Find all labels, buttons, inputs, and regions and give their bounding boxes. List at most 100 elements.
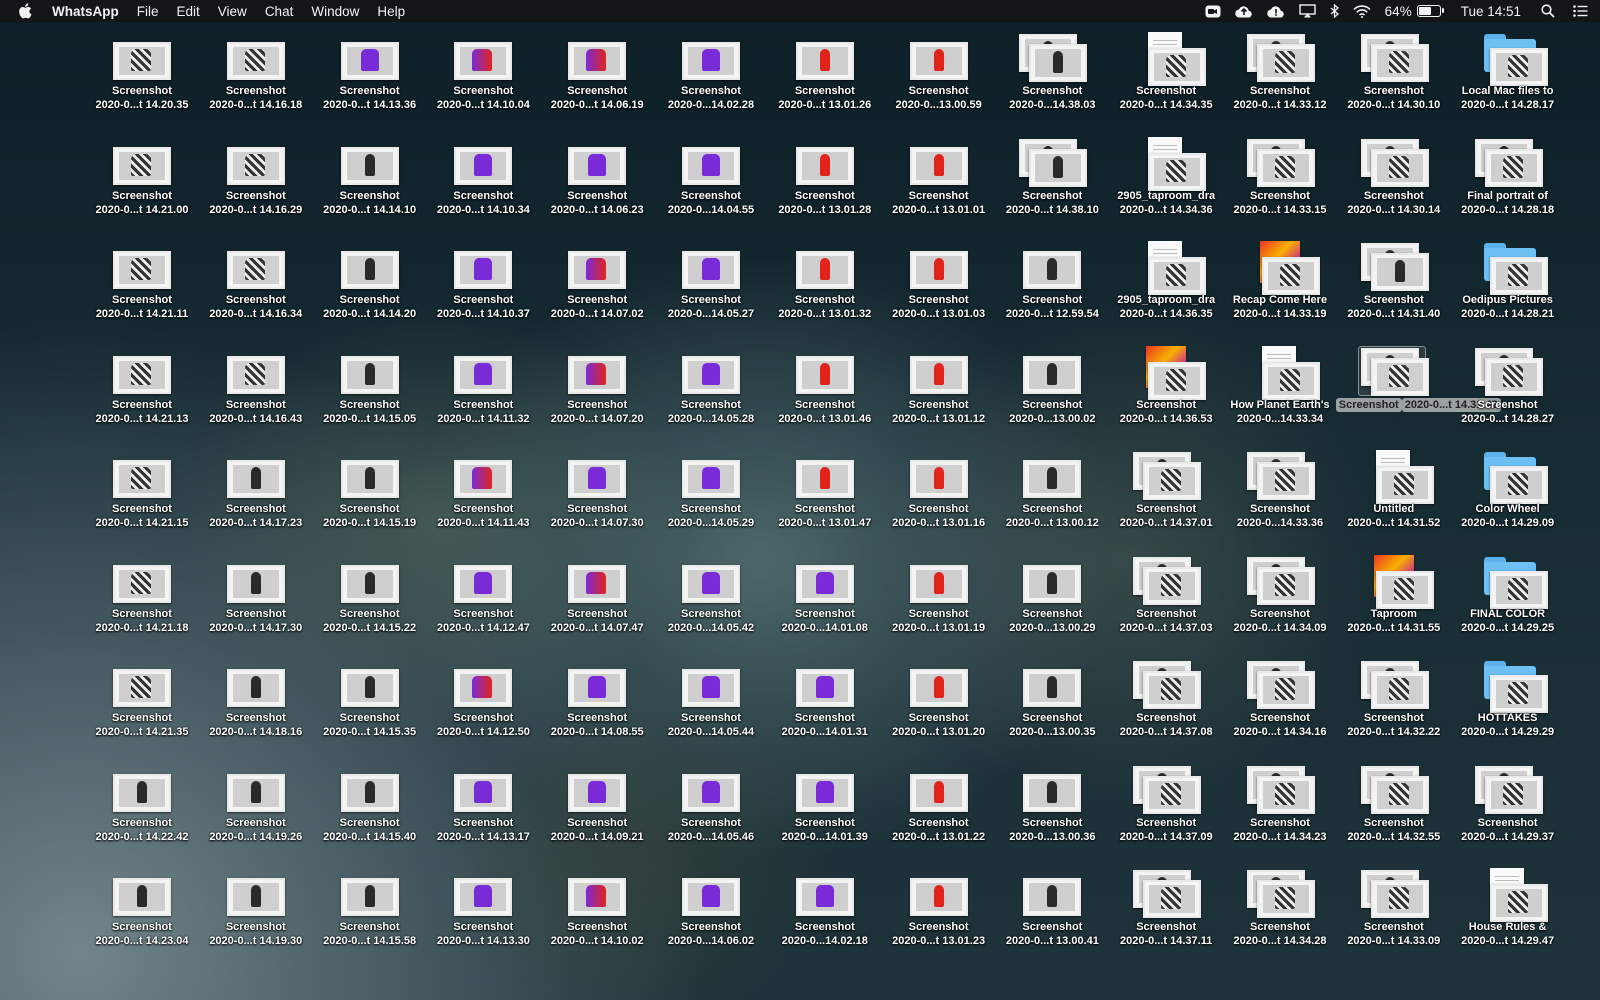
desktop-file-icon[interactable]: Screenshot 2020-0...t 14.37.01 <box>1108 442 1224 546</box>
desktop-file-icon[interactable]: Screenshot 2020-0...t 14.12.47 <box>425 547 541 651</box>
desktop-file-icon[interactable]: Screenshot 2020-0...t 14.16.29 <box>198 129 314 233</box>
desktop-file-icon[interactable]: Screenshot 2020-0...14.05.27 <box>653 233 769 337</box>
desktop-file-icon[interactable]: Screenshot 2020-0...t 14.07.02 <box>539 233 655 337</box>
desktop-file-icon[interactable]: Recap Come Here 2020-0...t 14.33.19 <box>1222 233 1338 337</box>
desktop-file-icon[interactable]: Final portrait of 2020-0...t 14.28.18 <box>1450 129 1566 233</box>
desktop-file-icon[interactable]: Screenshot 2020-0...t 14.34.09 <box>1222 547 1338 651</box>
desktop-file-icon[interactable]: Screenshot 2020-0...14.06.02 <box>653 860 769 964</box>
desktop-file-icon[interactable]: Screenshot 2020-0...t 13.00.12 <box>994 442 1110 546</box>
desktop-file-icon[interactable]: Screenshot 2020-0...t 14.16.34 <box>198 233 314 337</box>
desktop-file-icon[interactable]: Screenshot 2020-0...t 14.07.47 <box>539 547 655 651</box>
desktop-file-icon[interactable]: Screenshot 2020-0...t 14.13.36 <box>312 24 428 128</box>
desktop-file-icon[interactable]: Untitled 2020-0...t 14.31.52 <box>1336 442 1452 546</box>
desktop-file-icon[interactable]: Screenshot 2020-0...t 13.01.23 <box>881 860 997 964</box>
desktop-file-icon[interactable]: HOTTAKES 2020-0...t 14.29.29 <box>1450 651 1566 755</box>
app-menu[interactable]: WhatsApp <box>52 4 119 19</box>
menu-help[interactable]: Help <box>377 4 405 19</box>
desktop-file-icon[interactable]: How Planet Earth's 2020-0...14.33.34 <box>1222 338 1338 442</box>
desktop-file-icon[interactable]: Screenshot 2020-0...t 14.32.55 <box>1336 756 1452 860</box>
desktop-file-icon[interactable]: Screenshot 2020-0...t 14.28.27 <box>1450 338 1566 442</box>
notification-center-icon[interactable] <box>1573 5 1588 17</box>
desktop-file-icon[interactable]: Screenshot 2020-0...t 14.06.19 <box>539 24 655 128</box>
desktop-file-icon[interactable]: Screenshot 2020-0...t 14.17.30 <box>198 547 314 651</box>
desktop-file-icon[interactable]: Screenshot 2020-0...14.01.31 <box>767 651 883 755</box>
desktop-file-icon[interactable]: Screenshot 2020-0...t 14.21.15 <box>84 442 200 546</box>
desktop-file-icon[interactable]: 2905_taproom_dra 2020-0...t 14.36.35 <box>1108 233 1224 337</box>
desktop-file-icon[interactable]: Screenshot 2020-0...14.38.03 <box>994 24 1110 128</box>
desktop-file-icon[interactable]: Screenshot 2020-0...t 14.37.11 <box>1108 860 1224 964</box>
spotlight-search-icon[interactable] <box>1541 4 1555 18</box>
desktop-file-icon[interactable]: Screenshot 2020-0...14.02.28 <box>653 24 769 128</box>
desktop-file-icon[interactable]: Screenshot 2020-0...t 14.07.20 <box>539 338 655 442</box>
desktop-file-icon[interactable]: Color Wheel 2020-0...t 14.29.09 <box>1450 442 1566 546</box>
zoom-icon[interactable] <box>1205 5 1221 18</box>
desktop-file-icon[interactable]: Screenshot 2020-0...14.33.36 <box>1222 442 1338 546</box>
desktop-file-icon[interactable]: Screenshot 2020-0...t 13.01.19 <box>881 547 997 651</box>
desktop-file-icon[interactable]: Local Mac files to 2020-0...t 14.28.17 <box>1450 24 1566 128</box>
desktop-file-icon[interactable]: Screenshot 2020-0...t 14.21.35 <box>84 651 200 755</box>
desktop-file-icon[interactable]: Screenshot 2020-0...t 14.11.32 <box>425 338 541 442</box>
desktop-file-icon[interactable]: Oedipus Pictures 2020-0...t 14.28.21 <box>1450 233 1566 337</box>
desktop-file-icon[interactable]: Screenshot 2020-0...14.05.28 <box>653 338 769 442</box>
desktop-file-icon[interactable]: Screenshot 2020-0...t 13.01.22 <box>881 756 997 860</box>
wifi-icon[interactable] <box>1353 4 1371 18</box>
battery-icon[interactable] <box>1416 5 1444 17</box>
desktop-file-icon[interactable]: Screenshot 2020-0...t 14.12.50 <box>425 651 541 755</box>
apple-logo-icon[interactable] <box>18 3 32 19</box>
desktop-file-icon[interactable]: Screenshot 2020-0...t 14.14.20 <box>312 233 428 337</box>
menu-file[interactable]: File <box>137 4 159 19</box>
desktop-file-icon[interactable]: Screenshot 2020-0...t 14.17.23 <box>198 442 314 546</box>
desktop-file-icon[interactable]: Screenshot 2020-0...t 14.11.43 <box>425 442 541 546</box>
desktop-file-icon[interactable]: Screenshot 2020-0...t 14.21.18 <box>84 547 200 651</box>
desktop-file-icon[interactable]: Screenshot 2020-0...t 13.01.28 <box>767 129 883 233</box>
desktop-file-icon[interactable]: FINAL COLOR 2020-0...t 14.29.25 <box>1450 547 1566 651</box>
desktop-file-icon[interactable]: Screenshot 2020-0...t 14.21.13 <box>84 338 200 442</box>
menu-edit[interactable]: Edit <box>177 4 200 19</box>
desktop-file-icon[interactable]: Screenshot 2020-0...14.04.55 <box>653 129 769 233</box>
desktop-file-icon[interactable]: Screenshot 2020-0...t 14.07.30 <box>539 442 655 546</box>
desktop-file-icon[interactable]: Screenshot 2020-0...13.00.59 <box>881 24 997 128</box>
desktop-file-icon[interactable]: Screenshot 2020-0...t 14.33.12 <box>1222 24 1338 128</box>
desktop-file-icon[interactable]: Screenshot 2020-0...t 14.31.42 <box>1335 338 1501 442</box>
desktop-file-icon[interactable]: Screenshot 2020-0...t 14.34.23 <box>1222 756 1338 860</box>
desktop-file-icon[interactable]: Screenshot 2020-0...t 14.14.10 <box>312 129 428 233</box>
desktop-file-icon[interactable]: Screenshot 2020-0...t 14.22.42 <box>84 756 200 860</box>
desktop-file-icon[interactable]: Screenshot 2020-0...t 14.32.22 <box>1336 651 1452 755</box>
desktop-file-icon[interactable]: Screenshot 2020-0...14.01.08 <box>767 547 883 651</box>
desktop-file-icon[interactable]: Screenshot 2020-0...t 14.16.43 <box>198 338 314 442</box>
desktop-file-icon[interactable]: Screenshot 2020-0...t 14.36.53 <box>1108 338 1224 442</box>
desktop-file-icon[interactable]: Screenshot 2020-0...t 14.10.37 <box>425 233 541 337</box>
desktop-file-icon[interactable]: Screenshot 2020-0...t 14.10.34 <box>425 129 541 233</box>
desktop-file-icon[interactable]: Screenshot 2020-0...t 14.13.17 <box>425 756 541 860</box>
desktop-file-icon[interactable]: Screenshot 2020-0...14.02.18 <box>767 860 883 964</box>
desktop-file-icon[interactable]: Screenshot 2020-0...t 14.18.16 <box>198 651 314 755</box>
menu-view[interactable]: View <box>218 4 247 19</box>
desktop-file-icon[interactable]: Screenshot 2020-0...t 14.15.05 <box>312 338 428 442</box>
desktop-file-icon[interactable]: Screenshot 2020-0...14.05.44 <box>653 651 769 755</box>
desktop-file-icon[interactable]: Screenshot 2020-0...t 14.21.11 <box>84 233 200 337</box>
bluetooth-icon[interactable] <box>1330 4 1339 18</box>
desktop-file-icon[interactable]: Screenshot 2020-0...t 12.59.54 <box>994 233 1110 337</box>
desktop-file-icon[interactable]: 2905_taproom_dra 2020-0...t 14.34.36 <box>1108 129 1224 233</box>
desktop-file-icon[interactable]: Screenshot 2020-0...14.01.39 <box>767 756 883 860</box>
desktop-file-icon[interactable]: Screenshot 2020-0...t 14.08.55 <box>539 651 655 755</box>
desktop-file-icon[interactable]: Screenshot 2020-0...t 14.34.35 <box>1108 24 1224 128</box>
desktop-file-icon[interactable]: Screenshot 2020-0...14.05.29 <box>653 442 769 546</box>
desktop-file-icon[interactable]: Screenshot 2020-0...t 13.01.47 <box>767 442 883 546</box>
desktop-file-icon[interactable]: Screenshot 2020-0...t 14.19.30 <box>198 860 314 964</box>
desktop-file-icon[interactable]: Screenshot 2020-0...t 13.01.16 <box>881 442 997 546</box>
desktop-file-icon[interactable]: Screenshot 2020-0...t 14.29.37 <box>1450 756 1566 860</box>
desktop-file-icon[interactable]: Screenshot 2020-0...14.05.46 <box>653 756 769 860</box>
desktop-file-icon[interactable]: Screenshot 2020-0...t 13.01.03 <box>881 233 997 337</box>
clock[interactable]: Tue 14:51 <box>1461 4 1521 19</box>
desktop-file-icon[interactable]: Screenshot 2020-0...t 13.01.46 <box>767 338 883 442</box>
desktop-file-icon[interactable]: Screenshot 2020-0...t 14.31.40 <box>1336 233 1452 337</box>
airplay-icon[interactable] <box>1298 4 1316 18</box>
desktop-file-icon[interactable]: Screenshot 2020-0...t 14.30.14 <box>1336 129 1452 233</box>
desktop-file-icon[interactable]: Screenshot 2020-0...t 14.06.23 <box>539 129 655 233</box>
menu-chat[interactable]: Chat <box>265 4 294 19</box>
desktop-file-icon[interactable]: Screenshot 2020-0...t 14.34.28 <box>1222 860 1338 964</box>
desktop-file-icon[interactable]: Screenshot 2020-0...t 13.01.32 <box>767 233 883 337</box>
desktop-file-icon[interactable]: Screenshot 2020-0...t 14.30.10 <box>1336 24 1452 128</box>
desktop-file-icon[interactable]: Screenshot 2020-0...t 14.21.00 <box>84 129 200 233</box>
